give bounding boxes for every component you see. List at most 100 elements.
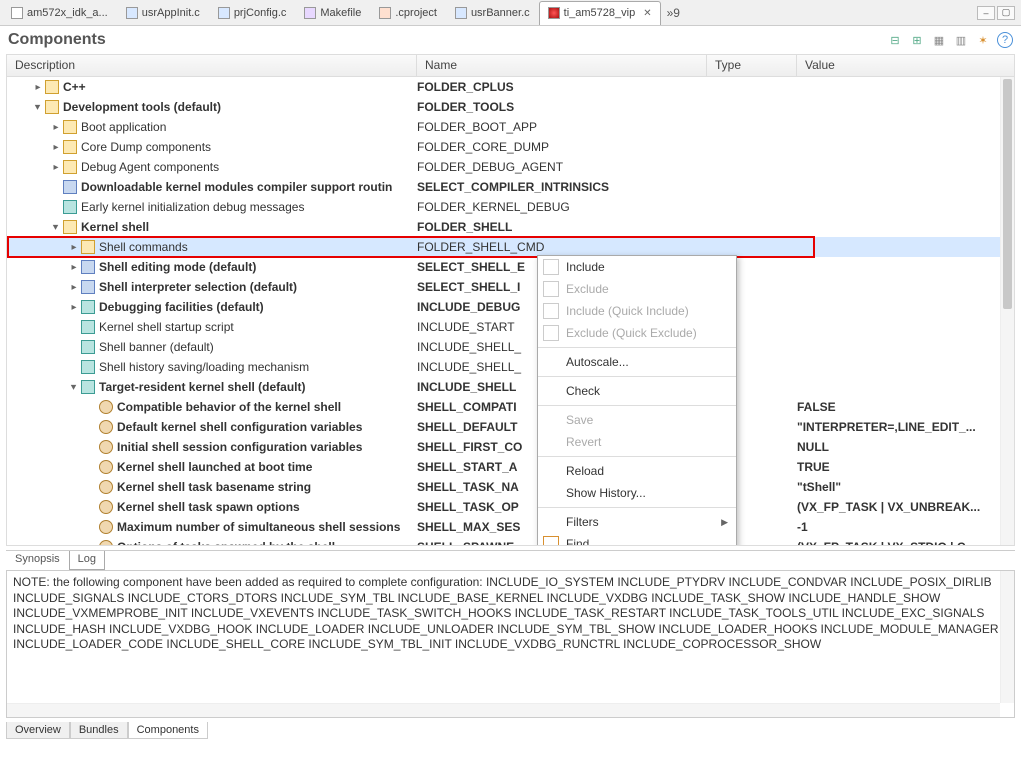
folder-open-icon <box>63 220 77 234</box>
column-type[interactable]: Type <box>707 55 797 76</box>
tree-row[interactable]: Boot applicationFOLDER_BOOT_APP <box>7 117 1014 137</box>
menu-item-label: Filters <box>566 515 599 529</box>
tree-row[interactable]: C++FOLDER_CPLUS <box>7 77 1014 97</box>
menu-item[interactable]: Find <box>538 533 736 546</box>
editor-tab[interactable]: usrBanner.c <box>446 1 539 25</box>
tab-synopsis[interactable]: Synopsis <box>6 551 69 570</box>
expand-arrow-icon[interactable] <box>67 240 81 254</box>
tree-scrollbar[interactable] <box>1000 77 1014 545</box>
toolbar-button-3[interactable]: ✶ <box>975 32 991 48</box>
menu-item-icon <box>543 303 559 319</box>
editor-tab[interactable]: prjConfig.c <box>209 1 296 25</box>
tree-row[interactable]: Shell commandsFOLDER_SHELL_CMD <box>7 237 1014 257</box>
editor-tab[interactable]: .cproject <box>370 1 446 25</box>
toolbar-button-1[interactable]: ▦ <box>931 32 947 48</box>
expand-arrow-icon[interactable] <box>67 260 81 274</box>
tree-row[interactable]: Core Dump componentsFOLDER_CORE_DUMP <box>7 137 1014 157</box>
row-description: Target-resident kernel shell (default) <box>99 380 306 394</box>
tree-row[interactable]: Shell banner (default)INCLUDE_SHELL_ <box>7 337 1014 357</box>
editor-tab[interactable]: Makefile <box>295 1 370 25</box>
menu-item[interactable]: Reload <box>538 460 736 482</box>
column-description[interactable]: Description <box>7 55 417 76</box>
expand-arrow-icon[interactable] <box>49 120 63 134</box>
tree-row[interactable]: Debug Agent componentsFOLDER_DEBUG_AGENT <box>7 157 1014 177</box>
row-name: FOLDER_CPLUS <box>417 80 707 94</box>
tree-row[interactable]: Kernel shellFOLDER_SHELL <box>7 217 1014 237</box>
log-scroll-v[interactable] <box>1000 571 1014 703</box>
column-value[interactable]: Value <box>797 55 1014 76</box>
tree-row[interactable]: Shell history saving/loading mechanismIN… <box>7 357 1014 377</box>
row-name: SELECT_COMPILER_INTRINSICS <box>417 180 707 194</box>
tree-row[interactable]: Downloadable kernel modules compiler sup… <box>7 177 1014 197</box>
menu-item-label: Include (Quick Include) <box>566 304 689 318</box>
editor-tab[interactable]: am572x_idk_a... <box>2 1 117 25</box>
tree-row[interactable]: Options of tasks spawned by the shellSHE… <box>7 537 1014 545</box>
expand-arrow-icon[interactable] <box>67 380 81 394</box>
menu-item-label: Autoscale... <box>566 355 629 369</box>
row-description: Shell banner (default) <box>99 340 214 354</box>
tree-row[interactable]: Maximum number of simultaneous shell ses… <box>7 517 1014 537</box>
tree-row[interactable]: Initial shell session configuration vari… <box>7 437 1014 457</box>
tree-row[interactable]: Kernel shell launched at boot timeSHELL_… <box>7 457 1014 477</box>
expand-arrow-icon[interactable] <box>49 160 63 174</box>
menu-item[interactable]: Include <box>538 256 736 278</box>
tab-log[interactable]: Log <box>69 551 105 570</box>
folder-open-icon <box>45 100 59 114</box>
leaf-cyan-icon <box>63 200 77 214</box>
tree-row[interactable]: Kernel shell startup scriptINCLUDE_START <box>7 317 1014 337</box>
menu-item-label: Revert <box>566 435 601 449</box>
expand-arrow-icon[interactable] <box>49 220 63 234</box>
leaf-cyan-icon <box>81 360 95 374</box>
toolbar-button-2[interactable]: ▥ <box>953 32 969 48</box>
tree-row[interactable]: Kernel shell task basename stringSHELL_T… <box>7 477 1014 497</box>
tab-label: usrAppInit.c <box>142 7 200 19</box>
editor-tab[interactable]: ti_am5728_vip✕ <box>539 1 661 25</box>
leaf-cyan-icon <box>81 300 95 314</box>
log-panel: NOTE: the following component have been … <box>6 570 1015 718</box>
tab-components[interactable]: Components <box>128 722 208 739</box>
tree-row[interactable]: Compatible behavior of the kernel shellS… <box>7 397 1014 417</box>
tree-row[interactable]: Development tools (default)FOLDER_TOOLS <box>7 97 1014 117</box>
expand-arrow-icon[interactable] <box>67 280 81 294</box>
expand-arrow-icon[interactable] <box>49 140 63 154</box>
row-description: Shell commands <box>99 240 188 254</box>
leaf-blue-icon <box>81 280 95 294</box>
close-icon[interactable]: ✕ <box>643 8 651 19</box>
row-value: "INTERPRETER=,LINE_EDIT_... <box>797 420 1014 434</box>
editor-tab[interactable]: usrAppInit.c <box>117 1 209 25</box>
expand-arrow-icon[interactable] <box>31 80 45 94</box>
tab-bundles[interactable]: Bundles <box>70 722 128 739</box>
tree-row[interactable]: Debugging facilities (default)INCLUDE_DE… <box>7 297 1014 317</box>
tree-row[interactable]: Target-resident kernel shell (default)IN… <box>7 377 1014 397</box>
minimize-button[interactable]: – <box>977 6 995 20</box>
maximize-button[interactable]: ▢ <box>997 6 1015 20</box>
expand-arrow-icon[interactable] <box>67 300 81 314</box>
tab-overview[interactable]: Overview <box>6 722 70 739</box>
tree-row[interactable]: Shell interpreter selection (default)SEL… <box>7 277 1014 297</box>
folder-icon <box>81 240 95 254</box>
row-description: Initial shell session configuration vari… <box>117 440 362 454</box>
row-value: -1 <box>797 520 1014 534</box>
row-description: Boot application <box>81 120 166 134</box>
column-name[interactable]: Name <box>417 55 707 76</box>
menu-item-label: Exclude <box>566 282 609 296</box>
collapse-all-button[interactable]: ⊟ <box>887 32 903 48</box>
tree-row[interactable]: Shell editing mode (default)SELECT_SHELL… <box>7 257 1014 277</box>
menu-item-label: Reload <box>566 464 604 478</box>
help-button[interactable]: ? <box>997 32 1013 48</box>
expand-arrow-icon[interactable] <box>31 100 45 114</box>
menu-item[interactable]: Show History... <box>538 482 736 504</box>
tree-row[interactable]: Early kernel initialization debug messag… <box>7 197 1014 217</box>
row-description: Downloadable kernel modules compiler sup… <box>81 180 392 194</box>
leaf-cyan-icon <box>81 340 95 354</box>
row-description: Kernel shell startup script <box>99 320 234 334</box>
expand-all-button[interactable]: ⊞ <box>909 32 925 48</box>
menu-item[interactable]: Check <box>538 380 736 402</box>
menu-item[interactable]: Filters▶ <box>538 511 736 533</box>
menu-item[interactable]: Autoscale... <box>538 351 736 373</box>
file-icon <box>455 7 467 19</box>
tree-row[interactable]: Kernel shell task spawn optionsSHELL_TAS… <box>7 497 1014 517</box>
tree-row[interactable]: Default kernel shell configuration varia… <box>7 417 1014 437</box>
tab-overflow-button[interactable]: »9 <box>661 6 686 20</box>
log-scroll-h[interactable] <box>7 703 1000 717</box>
